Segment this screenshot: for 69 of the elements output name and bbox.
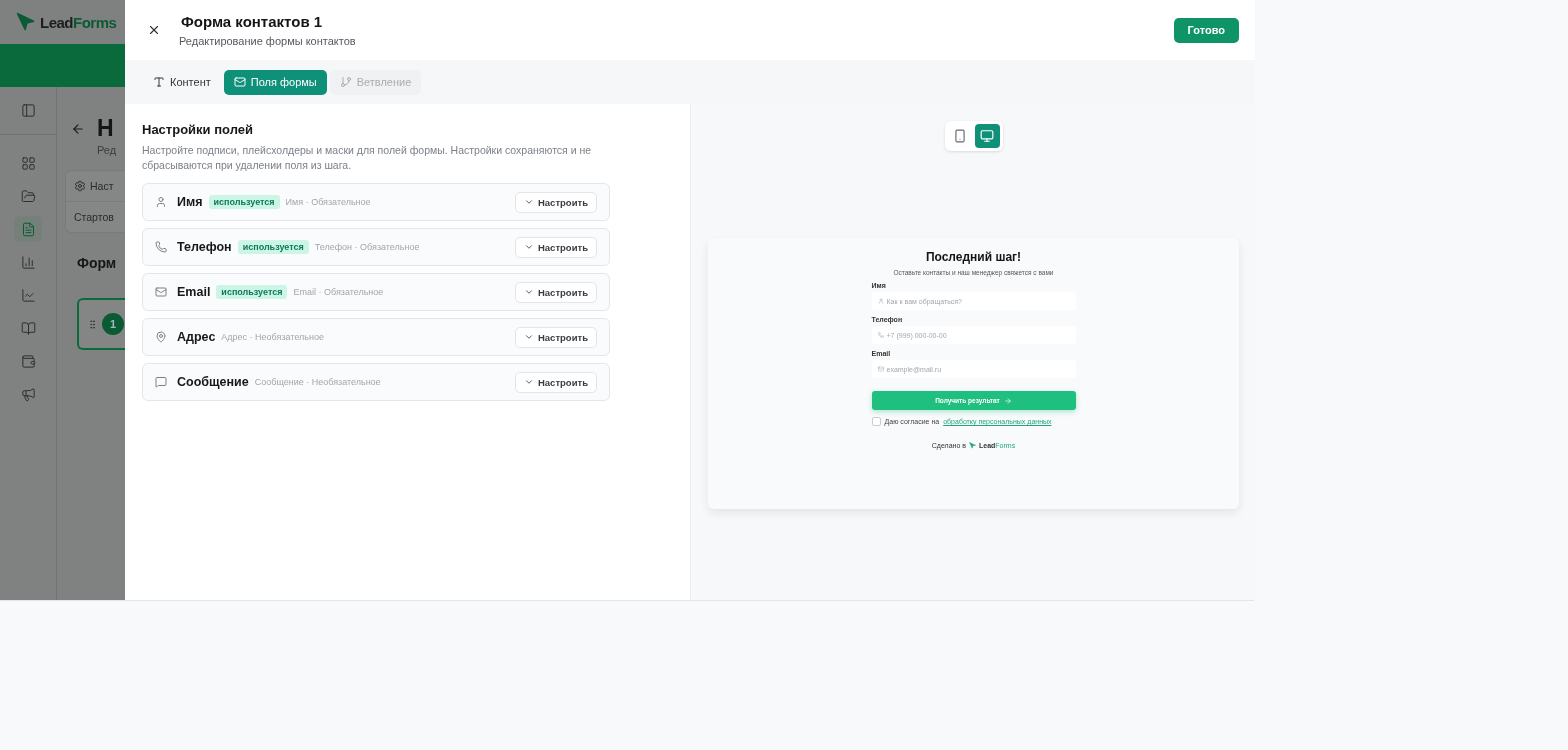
document-icon (20, 221, 36, 237)
logo-arrow-icon (16, 12, 36, 32)
user-icon (877, 298, 884, 304)
megaphone-icon (20, 386, 36, 402)
configure-button[interactable]: Настроить (514, 326, 597, 348)
dialog-title: Форма контактов 1 (180, 13, 324, 30)
field-name: Телефон (177, 240, 232, 254)
chevron-down-icon (523, 332, 534, 342)
tab[interactable]: Контент (143, 69, 221, 95)
status-badge: используется (237, 240, 309, 254)
field-name: Адрес (177, 330, 216, 344)
page-title: Н (97, 115, 114, 142)
section-description: Настройте подписи, плейсхолдеры и маски для полей формы. Настройки сохраняются и не сбрасываются при удалении поля из шага. (142, 143, 592, 173)
monitor-icon (980, 129, 994, 143)
dialog-subtitle: Редактирование формы контактов (179, 35, 357, 47)
start-label: Стартов (74, 211, 114, 223)
step-number: 1 (102, 313, 124, 335)
device-button[interactable] (974, 124, 1000, 148)
chevron-down-icon (523, 377, 534, 387)
field-meta: Адрес · Необязательное (221, 332, 326, 342)
configure-button[interactable]: Настроить (514, 236, 597, 258)
book-icon (20, 320, 36, 336)
field-name: Имя (177, 195, 203, 209)
forms-heading: Форм (77, 255, 118, 271)
configure-button[interactable]: Настроить (514, 371, 597, 393)
mail-icon (233, 76, 246, 88)
mail-icon (877, 366, 884, 372)
folder-icon (20, 188, 36, 204)
line-chart-icon (20, 287, 36, 303)
branch-icon (339, 76, 352, 88)
arrow-right-icon (1003, 396, 1012, 405)
done-button[interactable]: Готово (1173, 17, 1239, 43)
consent-checkbox[interactable] (871, 417, 881, 426)
phone-device-icon (953, 129, 967, 143)
chevron-down-icon (523, 197, 534, 207)
settings-icon (74, 180, 86, 192)
field-name: Email (177, 285, 211, 299)
configure-button[interactable]: Настроить (514, 191, 597, 213)
status-badge: используется (216, 285, 288, 299)
logo-arrow-icon (969, 442, 976, 449)
field-meta: Сообщение · Необязательное (254, 377, 382, 387)
user-icon (155, 196, 167, 208)
phone-icon (155, 241, 167, 253)
field-meta: Email · Обязательное (293, 287, 385, 297)
configure-button[interactable]: Настроить (514, 281, 597, 303)
drag-handle-icon[interactable] (87, 318, 98, 330)
phone-icon (877, 332, 884, 338)
text-icon (153, 76, 165, 88)
tab[interactable]: Поля формы (223, 69, 327, 95)
logo-text: LeadForms (40, 13, 117, 31)
settings-tab[interactable]: Наст (90, 180, 114, 192)
section-title: Настройки полей (142, 122, 254, 137)
close-icon (147, 23, 161, 37)
sidebar-toggle-icon (20, 102, 36, 118)
map-pin-icon (155, 331, 167, 343)
field-meta: Телефон · Обязательное (314, 242, 421, 252)
chevron-down-icon (523, 287, 534, 297)
message-icon (155, 376, 167, 388)
preview-title: Последний шаг! (925, 250, 1022, 264)
nav-item[interactable] (14, 216, 42, 242)
page-subtitle: Ред (96, 144, 118, 156)
grid-icon (20, 155, 36, 171)
bar-chart-icon (20, 254, 36, 270)
field-meta: Имя · Обязательное (285, 197, 372, 207)
wallet-icon (20, 353, 36, 369)
field-name: Сообщение (177, 375, 249, 389)
chevron-down-icon (523, 242, 534, 252)
mail-icon (155, 286, 167, 298)
status-badge: используется (208, 195, 280, 209)
